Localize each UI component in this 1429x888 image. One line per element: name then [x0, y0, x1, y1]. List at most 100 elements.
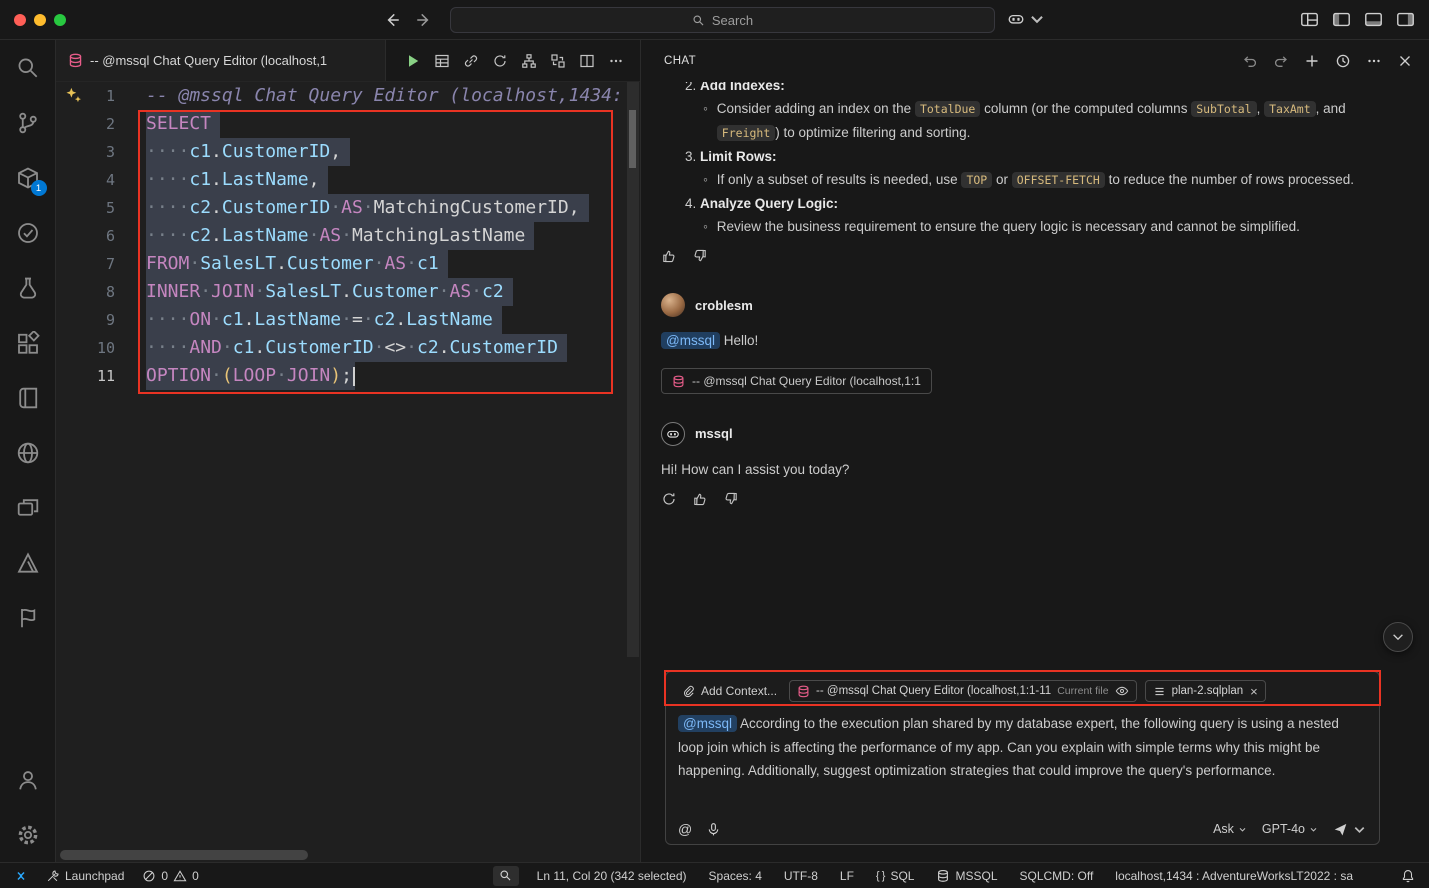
sidebar-item-azure[interactable]: [0, 535, 56, 590]
sidebar-item-settings[interactable]: [0, 807, 56, 862]
sidebar-item-source-control[interactable]: [0, 95, 56, 150]
thumbs-up-icon[interactable]: [661, 248, 677, 264]
toggle-secondary-sidebar-icon[interactable]: [1396, 10, 1415, 29]
notifications-item[interactable]: [1397, 869, 1419, 883]
cursor-position-item[interactable]: Ln 11, Col 20 (342 selected): [533, 869, 691, 883]
code-line[interactable]: 2SELECT: [56, 110, 626, 138]
redo-icon[interactable]: [1273, 53, 1289, 69]
sidebar-item-query-runner[interactable]: [0, 260, 56, 315]
connection-item[interactable]: localhost,1434 : AdventureWorksLT2022 : …: [1111, 869, 1357, 883]
code-line[interactable]: 4····c1.LastName,: [56, 166, 626, 194]
code-line[interactable]: 3····c1.CustomerID,: [56, 138, 626, 166]
sidebar-item-accounts[interactable]: [0, 752, 56, 807]
sidebar-item-extensions[interactable]: [0, 315, 56, 370]
line-number[interactable]: 4: [56, 166, 115, 194]
zoom-window-button[interactable]: [54, 14, 66, 26]
close-icon[interactable]: ×: [1250, 684, 1258, 699]
language-label: SQL: [890, 869, 914, 883]
chat-input-text[interactable]: @mssql According to the execution plan s…: [678, 712, 1367, 783]
undo-icon[interactable]: [1242, 53, 1258, 69]
context-chip[interactable]: -- @mssql Chat Query Editor (localhost,1…: [789, 680, 1137, 702]
problems-status-item[interactable]: 0 0: [138, 869, 202, 883]
mention-chip[interactable]: @mssql: [661, 332, 720, 349]
code-editor[interactable]: 1-- @mssql Chat Query Editor (localhost,…: [56, 82, 626, 390]
line-number[interactable]: 10: [56, 334, 115, 362]
sidebar-item-mssql[interactable]: [0, 590, 56, 645]
code-line[interactable]: 7FROM·SalesLT.Customer·AS·c1: [56, 250, 626, 278]
thumbs-down-icon[interactable]: [723, 491, 739, 507]
thumbs-up-icon[interactable]: [692, 491, 708, 507]
line-number[interactable]: 2: [56, 110, 115, 138]
add-context-button[interactable]: Add Context...: [678, 682, 781, 700]
mention-icon[interactable]: @: [678, 821, 692, 837]
context-chip[interactable]: plan-2.sqlplan×: [1145, 680, 1266, 702]
line-number[interactable]: 8: [56, 278, 115, 306]
launchpad-status-item[interactable]: Launchpad: [42, 869, 128, 883]
eye-icon[interactable]: [1115, 684, 1129, 698]
code-line[interactable]: 6····c2.LastName·AS·MatchingLastName: [56, 222, 626, 250]
indentation-item[interactable]: Spaces: 4: [705, 869, 766, 883]
command-center-search[interactable]: Search: [450, 7, 995, 33]
split-editor-icon[interactable]: [579, 53, 595, 69]
vertical-scrollbar[interactable]: [626, 82, 640, 850]
line-number[interactable]: 11: [56, 362, 115, 390]
mode-picker[interactable]: Ask: [1213, 822, 1247, 836]
line-number[interactable]: 1: [56, 82, 115, 110]
code-token: SalesLT: [200, 253, 276, 274]
connect-icon[interactable]: [463, 53, 479, 69]
line-number[interactable]: 9: [56, 306, 115, 334]
code-line[interactable]: 11OPTION·(LOOP·JOIN);: [56, 362, 626, 390]
horizontal-scrollbar[interactable]: [56, 850, 626, 860]
line-number[interactable]: 3: [56, 138, 115, 166]
close-icon[interactable]: [1397, 53, 1413, 69]
sidebar-item-docs[interactable]: [0, 370, 56, 425]
line-number[interactable]: 7: [56, 250, 115, 278]
sidebar-item-containers[interactable]: 1: [0, 150, 56, 205]
thumbs-down-icon[interactable]: [692, 248, 708, 264]
sidebar-item-search[interactable]: [0, 40, 56, 95]
history-icon[interactable]: [1335, 53, 1351, 69]
sqlcmd-item[interactable]: SQLCMD: Off: [1016, 869, 1098, 883]
code-line[interactable]: 1-- @mssql Chat Query Editor (localhost,…: [56, 82, 626, 110]
more-actions-icon[interactable]: [608, 53, 624, 69]
code-line[interactable]: 5····c2.CustomerID·AS·MatchingCustomerID…: [56, 194, 626, 222]
rerun-icon[interactable]: [661, 491, 677, 507]
code-line[interactable]: 10····AND·c1.CustomerID·<>·c2.CustomerID: [56, 334, 626, 362]
minimize-window-button[interactable]: [34, 14, 46, 26]
query-designer-icon[interactable]: [550, 53, 566, 69]
mention-chip[interactable]: @mssql: [678, 715, 737, 732]
customize-layout-icon[interactable]: [1300, 10, 1319, 29]
results-grid-icon[interactable]: [434, 53, 450, 69]
new-chat-icon[interactable]: [1304, 53, 1320, 69]
scroll-to-bottom-button[interactable]: [1383, 622, 1413, 652]
sidebar-item-remote-explorer[interactable]: [0, 480, 56, 535]
eol-item[interactable]: LF: [836, 869, 858, 883]
back-icon[interactable]: [383, 11, 401, 29]
server-type-item[interactable]: MSSQL: [932, 869, 1001, 883]
more-icon[interactable]: [1366, 53, 1382, 69]
run-query-icon[interactable]: [405, 53, 421, 69]
microphone-icon[interactable]: [706, 822, 721, 837]
tab-chat-query-editor[interactable]: -- @mssql Chat Query Editor (localhost,1: [56, 40, 386, 81]
language-mode-item[interactable]: { }SQL: [872, 869, 919, 883]
remote-indicator[interactable]: [10, 869, 32, 883]
forward-icon[interactable]: [415, 11, 433, 29]
line-number[interactable]: 6: [56, 222, 115, 250]
sidebar-item-testing[interactable]: [0, 205, 56, 260]
toggle-panel-icon[interactable]: [1364, 10, 1383, 29]
copilot-menu-button[interactable]: [1007, 10, 1046, 28]
encoding-item[interactable]: UTF-8: [780, 869, 822, 883]
toggle-primary-sidebar-icon[interactable]: [1332, 10, 1351, 29]
estimated-plan-icon[interactable]: [492, 53, 508, 69]
code-line[interactable]: 9····ON·c1.LastName·=·c2.LastName: [56, 306, 626, 334]
line-number[interactable]: 5: [56, 194, 115, 222]
code-line[interactable]: 8INNER·JOIN·SalesLT.Customer·AS·c2: [56, 278, 626, 306]
model-picker[interactable]: GPT-4o: [1262, 822, 1318, 836]
zoom-status-item[interactable]: [493, 866, 519, 886]
sidebar-item-github[interactable]: [0, 425, 56, 480]
message-attachment-chip[interactable]: -- @mssql Chat Query Editor (localhost,1…: [661, 368, 932, 394]
chat-input-box[interactable]: Add Context... -- @mssql Chat Query Edit…: [665, 671, 1380, 845]
schema-view-icon[interactable]: [521, 53, 537, 69]
send-button[interactable]: [1333, 822, 1367, 837]
close-window-button[interactable]: [14, 14, 26, 26]
